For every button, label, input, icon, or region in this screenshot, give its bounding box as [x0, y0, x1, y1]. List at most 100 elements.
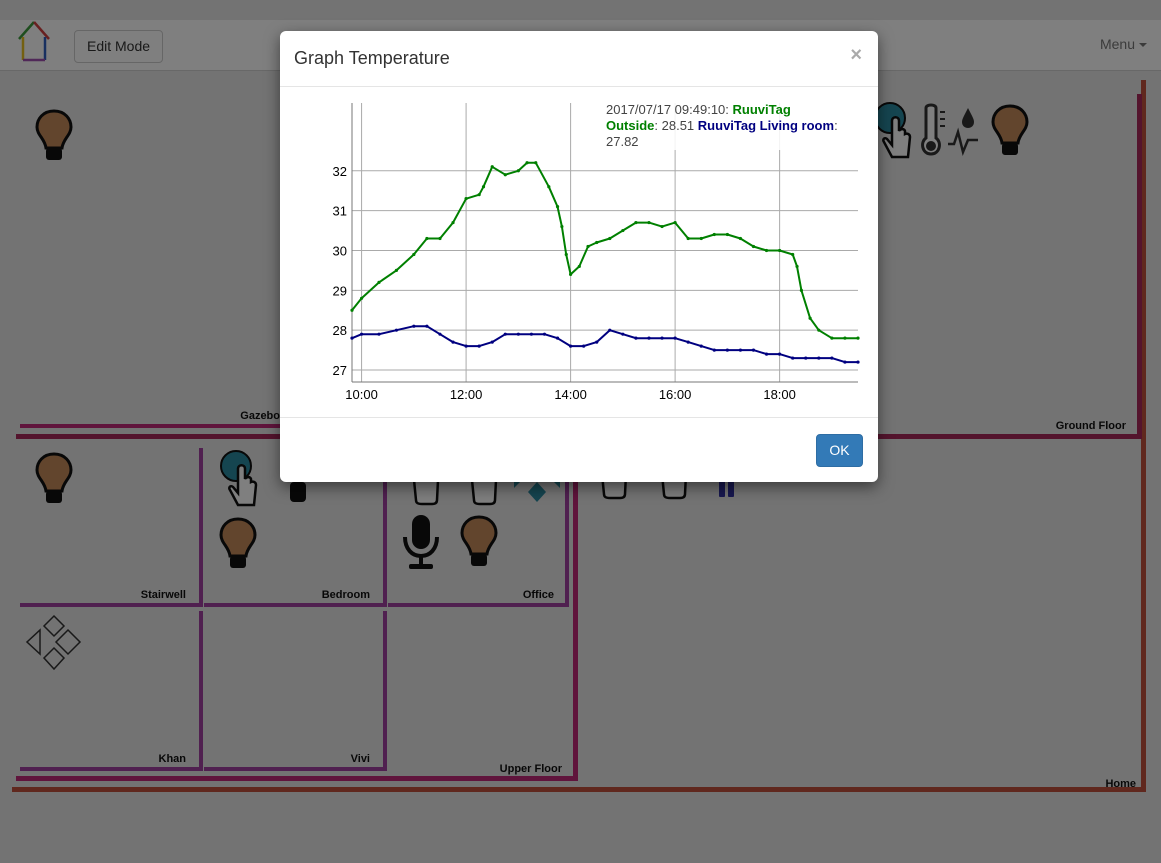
series-2-point [595, 340, 599, 344]
series-2-point [621, 332, 625, 336]
series-2-point [503, 332, 507, 336]
series-2-point [673, 336, 677, 340]
series-1-point [350, 308, 354, 312]
series-2-point [856, 360, 860, 364]
series-2-point [660, 336, 664, 340]
ok-button[interactable]: OK [816, 434, 863, 467]
legend-timestamp: 2017/07/17 09:49:10: [606, 102, 729, 117]
series-2-point [725, 348, 729, 352]
series-2-point [477, 344, 481, 348]
graph-modal: Graph Temperature × 27 28 29 30 31 32 10:00 12:… [280, 31, 878, 482]
series-2-point [529, 332, 534, 336]
series-1-point [534, 161, 538, 165]
series-1-point [555, 205, 560, 209]
series-2-point [738, 348, 743, 352]
series-1-point [712, 232, 716, 237]
chart-legend: 2017/07/17 09:49:10: RuuviTag Outside: 2… [606, 102, 846, 150]
series-1-point [799, 288, 803, 292]
series-1-point [394, 268, 399, 272]
series-1-point [451, 220, 455, 225]
series-1-point [425, 236, 429, 241]
series-2-point [817, 356, 821, 360]
x-tick-label: 12:00 [450, 387, 483, 402]
series-1-point [778, 248, 782, 253]
legend-series1-value: : 28.51 [654, 118, 695, 133]
legend-series2-name: RuuviTag Living room [697, 118, 835, 133]
series-1-point [586, 244, 590, 249]
y-tick-label: 32 [333, 164, 347, 179]
series-2-point [647, 336, 651, 340]
series-1-point [660, 224, 664, 229]
series-1-point [856, 336, 860, 340]
series-1-point [547, 185, 551, 189]
series-2-point [634, 336, 638, 340]
series-1-point [764, 248, 769, 253]
series-2-point [451, 340, 455, 344]
series-1-point [490, 165, 494, 169]
series-2-point [699, 344, 703, 348]
series-1-point [686, 236, 690, 241]
series-1-point [738, 236, 743, 241]
series-1-point [817, 328, 821, 332]
series-2-point [804, 356, 808, 360]
series-1-point [647, 220, 651, 225]
series-1-point [481, 185, 486, 189]
series-1-point [725, 232, 729, 237]
close-icon[interactable]: × [850, 45, 862, 65]
series-1-point [377, 280, 381, 284]
series-2-point [608, 328, 612, 332]
series-2-point [394, 328, 399, 332]
series-2-point [359, 332, 364, 336]
series-2-point [830, 356, 834, 360]
series-2-point [712, 348, 716, 352]
x-tick-label: 16:00 [659, 387, 692, 402]
series-1-point [477, 193, 481, 197]
series-1-point [808, 316, 812, 320]
series-1-point [673, 220, 677, 225]
series-2-point [542, 332, 547, 336]
series-1-point [791, 252, 795, 257]
modal-title: Graph Temperature [294, 48, 450, 68]
modal-header: Graph Temperature × [280, 31, 878, 87]
modal-footer: OK [280, 417, 878, 483]
series-1-point [438, 236, 442, 241]
series-1-point [564, 252, 568, 257]
y-tick-label: 29 [333, 283, 347, 298]
x-tick-label: 18:00 [763, 387, 796, 402]
x-tick-label: 10:00 [345, 387, 378, 402]
series-2-point [568, 344, 573, 348]
series-1-point [634, 220, 638, 225]
series-2-point [438, 332, 442, 336]
series-2-point [764, 352, 769, 356]
series-1-point [795, 264, 799, 269]
series-1-point [621, 228, 625, 233]
series-2-point [751, 348, 756, 352]
series-2-point [843, 360, 847, 364]
series-1-point [577, 264, 581, 269]
series-2-point [490, 340, 494, 344]
series-1-point [830, 336, 834, 340]
series-1-point [503, 173, 507, 177]
x-tick-label: 14:00 [554, 387, 587, 402]
y-tick-label: 30 [333, 243, 347, 258]
series-1-point [751, 244, 756, 249]
series-2-point [425, 324, 429, 328]
series-line-2 [351, 325, 858, 364]
series-2-point [555, 336, 560, 340]
series-2-point [464, 344, 468, 348]
series-1-point [516, 169, 520, 173]
series-1-point [608, 236, 612, 241]
series-1-point [568, 272, 573, 276]
series-1-point [464, 197, 468, 201]
series-1-point [699, 236, 703, 241]
series-1-point [560, 224, 564, 229]
series-2-point [377, 332, 381, 336]
series-1-point [359, 296, 364, 300]
y-tick-label: 27 [333, 363, 347, 378]
series-1-point [412, 252, 416, 257]
series-2-point [778, 352, 782, 356]
series-1-point [843, 336, 847, 340]
series-2-point [350, 336, 354, 340]
y-tick-label: 31 [333, 204, 347, 219]
temperature-chart: 27 28 29 30 31 32 10:00 12:00 14:00 16:00 18:00 20… [280, 87, 878, 417]
